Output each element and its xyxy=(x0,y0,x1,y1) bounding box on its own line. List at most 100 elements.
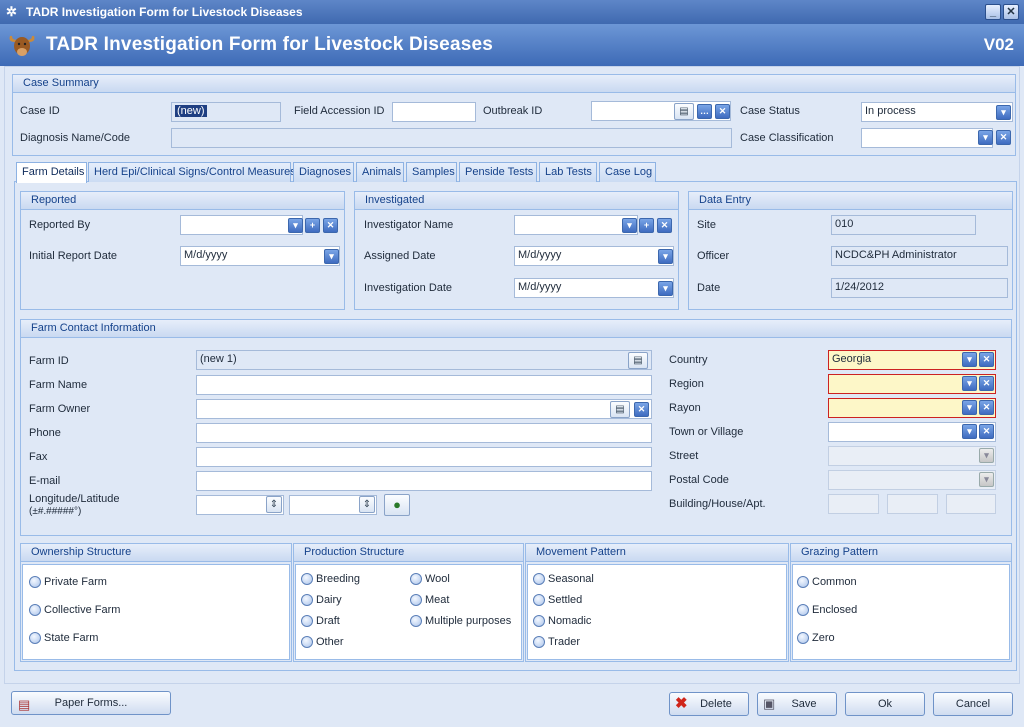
town-dropdown-icon[interactable]: ▾ xyxy=(962,424,977,439)
fax-input[interactable] xyxy=(196,447,652,467)
field-accession-input[interactable] xyxy=(392,102,476,122)
settled-label: Settled xyxy=(548,594,583,606)
collective-farm-label: Collective Farm xyxy=(44,604,121,616)
ok-button[interactable]: Ok xyxy=(845,692,925,716)
site-field: 010 xyxy=(831,215,976,235)
farm-owner-clear-icon[interactable]: ✕ xyxy=(634,402,649,417)
close-window-button[interactable]: ✕ xyxy=(1003,4,1019,20)
investigation-date-input[interactable]: M/d/yyyy xyxy=(514,278,674,298)
investigator-add-icon[interactable]: + xyxy=(639,218,654,233)
investigation-date-dropdown-icon[interactable]: ▾ xyxy=(658,281,673,296)
private-farm-label: Private Farm xyxy=(44,576,107,588)
trader-radio[interactable] xyxy=(533,636,545,648)
case-status-label: Case Status xyxy=(740,105,800,117)
paper-forms-button[interactable]: ▤ Paper Forms... xyxy=(11,691,171,715)
reported-by-clear-icon[interactable]: ✕ xyxy=(323,218,338,233)
investigator-dropdown-icon[interactable]: ▾ xyxy=(622,218,637,233)
page-title: TADR Investigation Form for Livestock Di… xyxy=(46,34,494,55)
collective-farm-radio[interactable] xyxy=(29,604,41,616)
street-select[interactable] xyxy=(828,446,996,466)
tab-lab-tests[interactable]: Lab Tests xyxy=(539,162,597,182)
email-label: E-mail xyxy=(29,475,61,487)
save-button[interactable]: ▣ Save xyxy=(757,692,837,716)
settled-radio[interactable] xyxy=(533,594,545,606)
region-dropdown-icon[interactable]: ▾ xyxy=(962,376,977,391)
case-class-select[interactable] xyxy=(861,128,993,148)
postal-dropdown-icon[interactable]: ▾ xyxy=(979,472,994,487)
rayon-dropdown-icon[interactable]: ▾ xyxy=(962,400,977,415)
street-label: Street xyxy=(669,450,699,462)
case-class-clear-icon[interactable]: ✕ xyxy=(996,130,1011,145)
private-farm-radio[interactable] xyxy=(29,576,41,588)
longitude-spin-icon[interactable]: ⇕ xyxy=(266,496,282,513)
initial-report-date-input[interactable]: M/d/yyyy xyxy=(180,246,340,266)
other-radio[interactable] xyxy=(301,636,313,648)
tab-diagnoses[interactable]: Diagnoses xyxy=(293,162,354,182)
outbreak-more-icon[interactable]: … xyxy=(697,104,712,119)
globe-map-icon[interactable]: ● xyxy=(384,494,410,516)
window-title: TADR Investigation Form for Livestock Di… xyxy=(26,5,303,19)
latitude-spin-icon[interactable]: ⇕ xyxy=(359,496,375,513)
data-entry-heading: Data Entry xyxy=(689,192,1012,210)
country-clear-icon[interactable]: ✕ xyxy=(979,352,994,367)
assigned-date-dropdown-icon[interactable]: ▾ xyxy=(658,249,673,264)
tab-animals[interactable]: Animals xyxy=(356,162,404,182)
cancel-button[interactable]: Cancel xyxy=(933,692,1013,716)
street-dropdown-icon[interactable]: ▾ xyxy=(979,448,994,463)
reported-by-add-icon[interactable]: + xyxy=(305,218,320,233)
farm-id-search-icon[interactable]: ▤ xyxy=(628,352,648,369)
rayon-clear-icon[interactable]: ✕ xyxy=(979,400,994,415)
country-label: Country xyxy=(669,354,708,366)
breeding-radio[interactable] xyxy=(301,573,313,585)
wool-radio[interactable] xyxy=(410,573,422,585)
common-radio[interactable] xyxy=(797,576,809,588)
nomadic-radio[interactable] xyxy=(533,615,545,627)
investigator-name-select[interactable] xyxy=(514,215,638,235)
tab-case-log[interactable]: Case Log xyxy=(599,162,656,182)
zero-radio[interactable] xyxy=(797,632,809,644)
case-class-dropdown-icon[interactable]: ▾ xyxy=(978,130,993,145)
seasonal-radio[interactable] xyxy=(533,573,545,585)
initial-date-dropdown-icon[interactable]: ▾ xyxy=(324,249,339,264)
country-dropdown-icon[interactable]: ▾ xyxy=(962,352,977,367)
officer-field: NCDC&PH Administrator xyxy=(831,246,1008,266)
building-input[interactable] xyxy=(828,494,879,514)
case-status-dropdown-icon[interactable]: ▾ xyxy=(996,105,1011,120)
farm-name-input[interactable] xyxy=(196,375,652,395)
assigned-date-input[interactable]: M/d/yyyy xyxy=(514,246,674,266)
window-titlebar: ✲ TADR Investigation Form for Livestock … xyxy=(0,0,1024,24)
tab-samples[interactable]: Samples xyxy=(406,162,457,182)
farm-owner-search-icon[interactable]: ▤ xyxy=(610,401,630,418)
town-clear-icon[interactable]: ✕ xyxy=(979,424,994,439)
fax-label: Fax xyxy=(29,451,48,463)
outbreak-clear-icon[interactable]: ✕ xyxy=(715,104,730,119)
enclosed-radio[interactable] xyxy=(797,604,809,616)
phone-input[interactable] xyxy=(196,423,652,443)
reported-by-select[interactable] xyxy=(180,215,303,235)
rayon-label: Rayon xyxy=(669,402,701,414)
reported-by-dropdown-icon[interactable]: ▾ xyxy=(288,218,303,233)
tab-herd-epi[interactable]: Herd Epi/Clinical Signs/Control Measures xyxy=(88,162,296,182)
state-farm-radio[interactable] xyxy=(29,632,41,644)
delete-button[interactable]: ✖ Delete xyxy=(669,692,749,716)
postal-code-select[interactable] xyxy=(828,470,996,490)
region-label: Region xyxy=(669,378,704,390)
outbreak-search-icon[interactable]: ▤ xyxy=(674,103,694,120)
investigator-clear-icon[interactable]: ✕ xyxy=(657,218,672,233)
meat-radio[interactable] xyxy=(410,594,422,606)
farm-owner-input[interactable] xyxy=(196,399,652,419)
dairy-radio[interactable] xyxy=(301,594,313,606)
investigation-date-label: Investigation Date xyxy=(364,282,453,294)
house-input[interactable] xyxy=(887,494,938,514)
tab-penside-tests[interactable]: Penside Tests xyxy=(459,162,537,182)
minimize-button[interactable]: _ xyxy=(985,4,1001,20)
grazing-heading: Grazing Pattern xyxy=(791,544,1011,562)
multiple-purposes-radio[interactable] xyxy=(410,615,422,627)
apartment-input[interactable] xyxy=(946,494,996,514)
assigned-date-label: Assigned Date xyxy=(364,250,436,262)
tab-farm-details[interactable]: Farm Details xyxy=(16,162,87,183)
email-input[interactable] xyxy=(196,471,652,491)
case-status-select[interactable]: In process xyxy=(861,102,1013,122)
draft-radio[interactable] xyxy=(301,615,313,627)
region-clear-icon[interactable]: ✕ xyxy=(979,376,994,391)
